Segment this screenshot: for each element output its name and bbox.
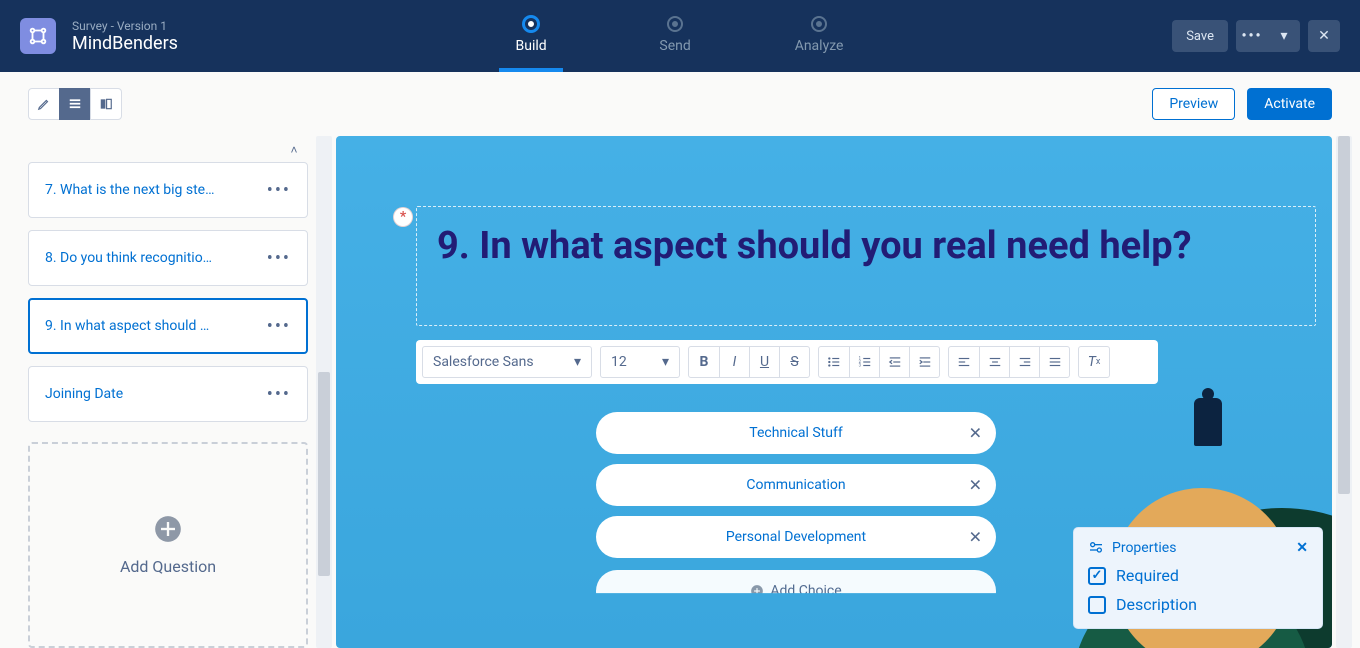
main-canvas-area: * 9. In what aspect should you real need…	[308, 136, 1360, 648]
numbered-list-icon[interactable]: 123	[849, 347, 879, 377]
question-canvas: * 9. In what aspect should you real need…	[336, 136, 1332, 648]
save-button[interactable]: Save	[1172, 20, 1228, 52]
survey-title-block: Survey - Version 1 MindBenders	[72, 19, 178, 54]
view-switch	[28, 88, 122, 120]
checkbox-icon	[1088, 567, 1106, 585]
left-scrollbar[interactable]	[316, 136, 332, 648]
question-sidebar: ˄ 7. What is the next big ste… ••• 8. Do…	[0, 136, 308, 648]
properties-panel: Properties ✕ Required Description	[1074, 528, 1322, 628]
rich-text-toolbar: Salesforce Sans ▾ 12 ▾ B I U S	[416, 340, 1158, 384]
answer-choices: Technical Stuff ✕ Communication ✕ Person…	[596, 412, 996, 612]
add-choice-label: Add Choice	[770, 583, 841, 599]
app-icon	[20, 18, 56, 54]
close-icon[interactable]: ✕	[1308, 20, 1340, 52]
description-toggle[interactable]: Description	[1088, 595, 1308, 614]
settings-icon	[1088, 540, 1104, 556]
required-badge-icon: *	[394, 208, 412, 226]
choice-item[interactable]: Communication ✕	[596, 464, 996, 506]
sidebar-item-label: 8. Do you think recognitio…	[45, 250, 212, 266]
workspace: ˄ 7. What is the next big ste… ••• 8. Do…	[0, 136, 1360, 648]
step-build[interactable]: Build	[499, 0, 563, 72]
activate-button[interactable]: Activate	[1247, 88, 1332, 120]
required-label: Required	[1116, 566, 1179, 585]
svg-text:3: 3	[858, 363, 861, 368]
font-family-select[interactable]: Salesforce Sans ▾	[422, 346, 592, 378]
kebab-icon[interactable]: •••	[267, 316, 291, 337]
underline-icon[interactable]: U	[749, 347, 779, 377]
view-edit-icon[interactable]	[28, 88, 60, 120]
sidebar-item-joining-date[interactable]: Joining Date •••	[28, 366, 308, 422]
required-toggle[interactable]: Required	[1088, 566, 1308, 585]
survey-title: MindBenders	[72, 33, 178, 54]
indent-icon[interactable]	[909, 347, 939, 377]
add-choice-button[interactable]: Add Choice	[596, 570, 996, 612]
checkbox-icon	[1088, 596, 1106, 614]
more-icon[interactable]: •••	[1236, 20, 1268, 52]
strikethrough-icon[interactable]: S	[779, 347, 809, 377]
preview-button[interactable]: Preview	[1152, 88, 1235, 120]
step-send[interactable]: Send	[643, 0, 707, 72]
clear-formatting-icon[interactable]: Tx	[1079, 347, 1109, 377]
view-list-icon[interactable]	[59, 88, 91, 120]
question-title[interactable]: 9. In what aspect should you real need h…	[437, 223, 1295, 271]
kebab-icon[interactable]: •••	[267, 384, 291, 405]
remove-choice-icon[interactable]: ✕	[969, 476, 982, 495]
align-right-icon[interactable]	[1009, 347, 1039, 377]
choice-label: Communication	[746, 477, 845, 493]
choice-label: Technical Stuff	[749, 425, 842, 441]
italic-icon[interactable]: I	[719, 347, 749, 377]
remove-choice-icon[interactable]: ✕	[969, 424, 982, 443]
chevron-down-icon: ▾	[662, 354, 669, 370]
align-justify-icon[interactable]	[1039, 347, 1069, 377]
sidebar-item-label: 7. What is the next big ste…	[45, 182, 214, 198]
choice-item[interactable]: Technical Stuff ✕	[596, 412, 996, 454]
view-split-icon[interactable]	[90, 88, 122, 120]
chevron-down-icon: ▾	[574, 354, 581, 370]
sidebar-item-q9[interactable]: 9. In what aspect should … •••	[28, 298, 308, 354]
close-icon[interactable]: ✕	[1296, 540, 1308, 556]
bulleted-list-icon[interactable]	[819, 347, 849, 377]
properties-title: Properties	[1112, 540, 1176, 556]
add-question-label: Add Question	[120, 557, 216, 576]
sidebar-item-q8[interactable]: 8. Do you think recognitio… •••	[28, 230, 308, 286]
add-question-button[interactable]: Add Question	[28, 442, 308, 648]
font-size-select[interactable]: 12 ▾	[600, 346, 680, 378]
sidebar-item-label: Joining Date	[45, 386, 123, 402]
remove-choice-icon[interactable]: ✕	[969, 528, 982, 547]
question-title-box[interactable]: 9. In what aspect should you real need h…	[416, 206, 1316, 326]
bold-icon[interactable]: B	[689, 347, 719, 377]
survey-subtitle: Survey - Version 1	[72, 19, 178, 33]
chevron-down-icon[interactable]: ▾	[1268, 20, 1300, 52]
app-header: Survey - Version 1 MindBenders Build Sen…	[0, 0, 1360, 72]
sidebar-item-label: 9. In what aspect should …	[45, 318, 209, 334]
header-stepbar: Build Send Analyze	[178, 0, 1172, 72]
align-center-icon[interactable]	[979, 347, 1009, 377]
sub-toolbar: Preview Activate	[0, 72, 1360, 136]
align-left-icon[interactable]	[949, 347, 979, 377]
sidebar-item-q7[interactable]: 7. What is the next big ste… •••	[28, 162, 308, 218]
description-label: Description	[1116, 595, 1197, 614]
choice-label: Personal Development	[726, 529, 866, 545]
kebab-icon[interactable]: •••	[267, 248, 291, 269]
choice-item[interactable]: Personal Development ✕	[596, 516, 996, 558]
right-scrollbar[interactable]	[1336, 136, 1352, 648]
step-analyze[interactable]: Analyze	[787, 0, 851, 72]
scroll-up-icon[interactable]: ˄	[284, 140, 304, 160]
kebab-icon[interactable]: •••	[267, 180, 291, 201]
outdent-icon[interactable]	[879, 347, 909, 377]
